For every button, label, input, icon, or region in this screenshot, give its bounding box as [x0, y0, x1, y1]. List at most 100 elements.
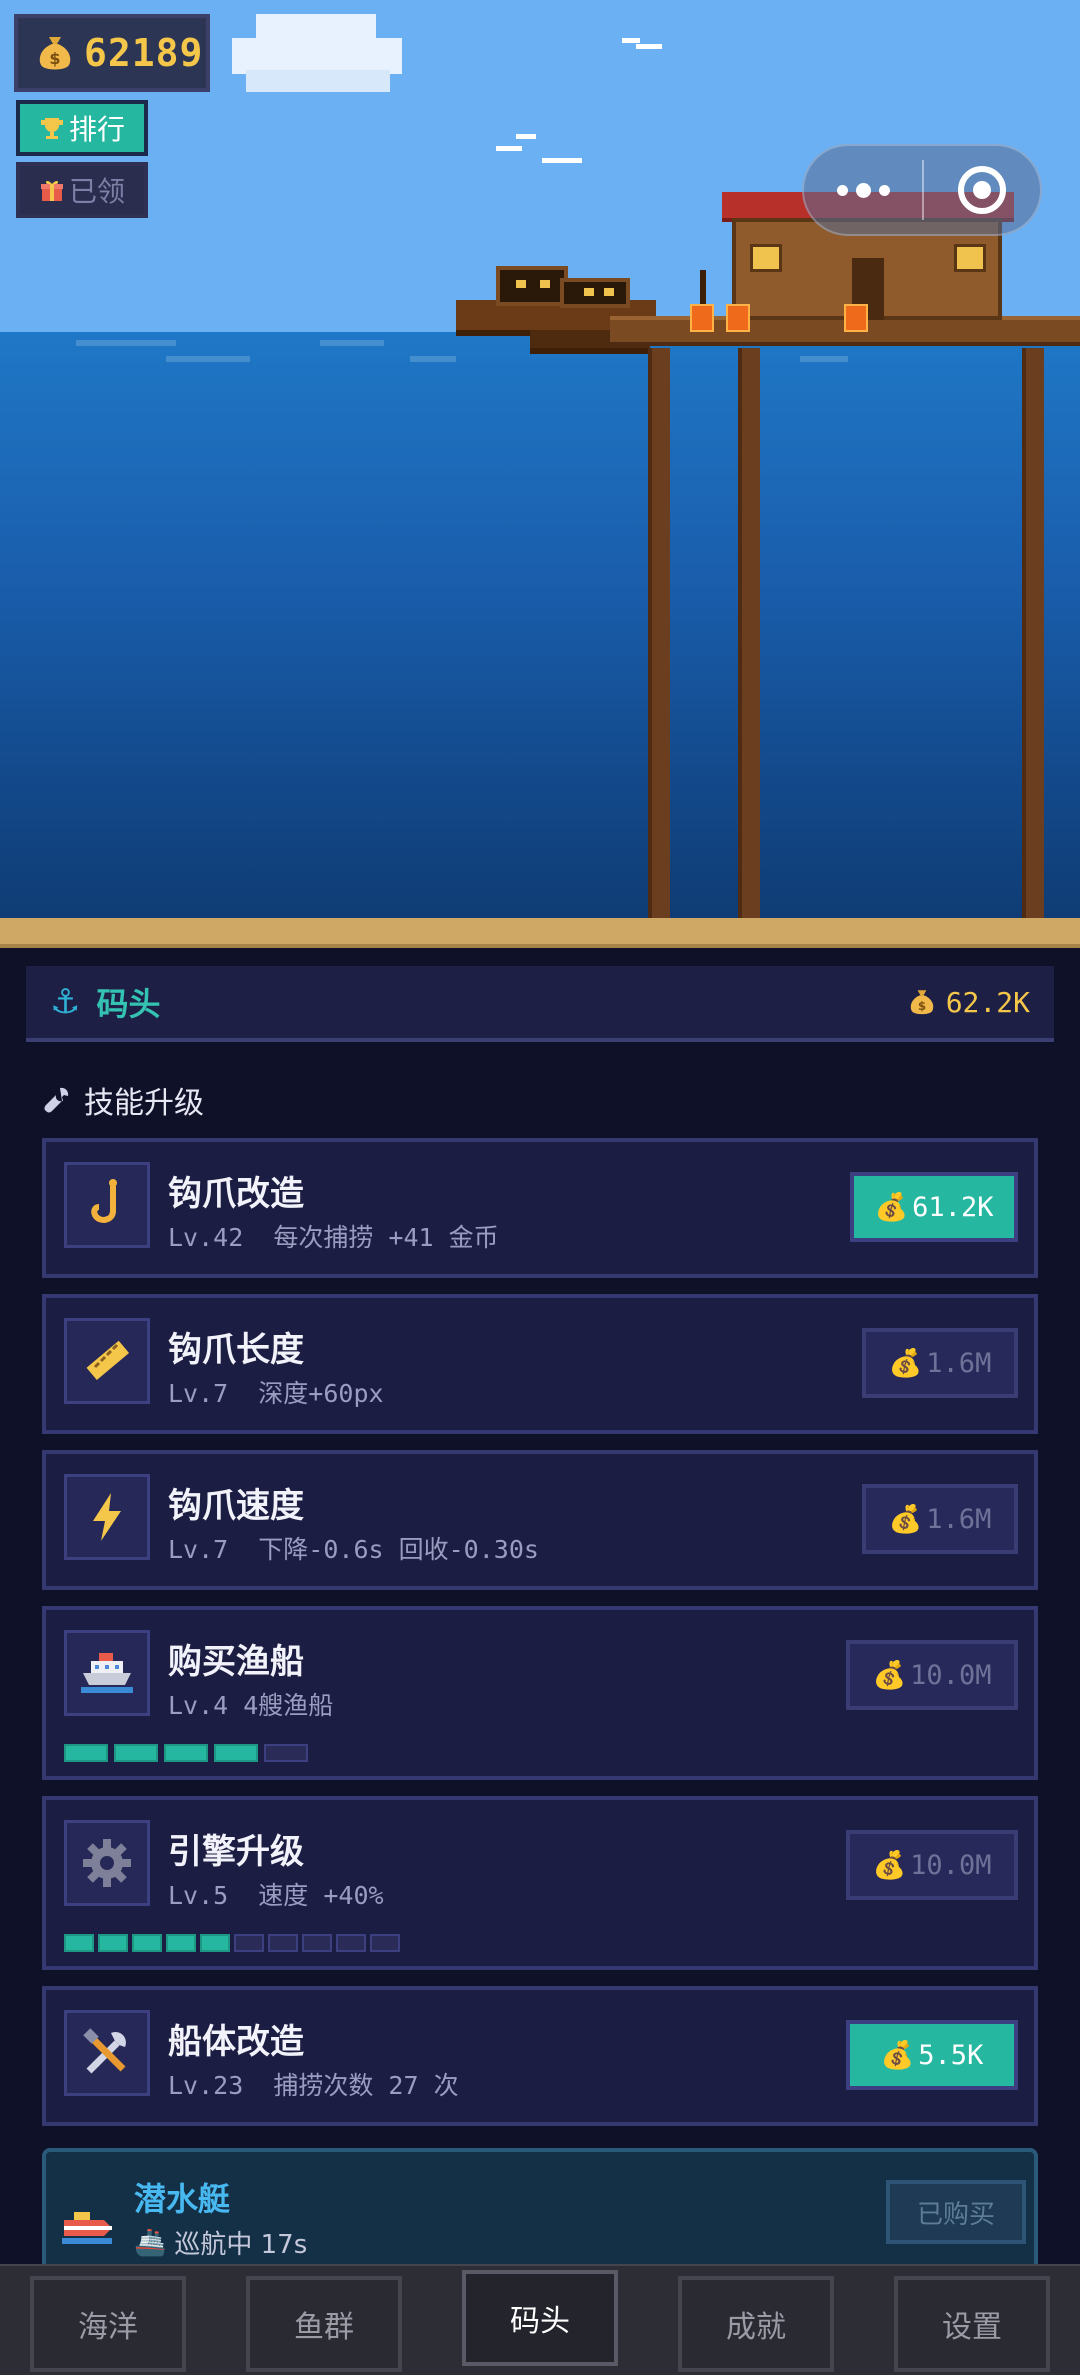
more-dot	[836, 184, 848, 196]
tab-fish[interactable]: 鱼群	[246, 2276, 402, 2372]
upgrade-name: 引擎升级	[168, 1832, 304, 1872]
money-bag-icon: 💰	[874, 1192, 909, 1223]
ruler-icon	[64, 1318, 150, 1404]
gift-button[interactable]: 已领	[16, 162, 148, 218]
progress-segment	[370, 1934, 400, 1952]
coin-amount: 62189	[84, 31, 204, 75]
upgrade-name: 钩爪速度	[168, 1486, 304, 1526]
wave	[166, 356, 250, 362]
wave	[410, 356, 456, 362]
progress-segment	[98, 1934, 128, 1952]
coin-counter: $ 62189	[14, 14, 210, 92]
upgrade-price: 5.5K	[918, 2039, 984, 2071]
upgrade-buy-button[interactable]: 💰 61.2K	[850, 1172, 1018, 1242]
tab-achievements[interactable]: 成就	[678, 2276, 834, 2372]
upgrade-price: 61.2K	[912, 1191, 994, 1223]
ship-icon	[64, 1630, 150, 1716]
submarine-name: 潜水艇	[134, 2180, 231, 2218]
anchor-icon: ⚓	[50, 982, 81, 1022]
panel-header: ⚓ 码头 $ 62.2K	[26, 966, 1054, 1042]
section-title: 技能升级	[84, 1086, 204, 1121]
progress-segment	[132, 1934, 162, 1952]
upgrade-price: 10.0M	[910, 1659, 992, 1691]
house-window	[750, 244, 782, 272]
upgrade-card-hook: 钩爪改造 Lv.42 每次捕捞 +41 金币 💰 61.2K	[42, 1138, 1038, 1278]
more-dot	[855, 182, 871, 198]
upgrade-desc: Lv.23 捕捞次数 27 次	[168, 2071, 459, 2100]
panel-coin-total: $ 62.2K	[908, 986, 1030, 1019]
house-window	[954, 244, 986, 272]
lantern	[690, 304, 714, 332]
progress-segment	[264, 1744, 308, 1762]
upgrade-price: 10.0M	[910, 1849, 992, 1881]
progress-segment	[64, 1934, 94, 1952]
cloud	[232, 38, 402, 74]
miniprogram-capsule	[802, 144, 1042, 236]
boat-cabin	[560, 278, 630, 308]
upgrade-card-boat: 购买渔船 Lv.4 4艘渔船 💰 10.0M	[42, 1606, 1038, 1780]
submarine-icon	[62, 2212, 112, 2244]
target-icon	[958, 166, 1006, 214]
section-header: 技能升级	[42, 1078, 204, 1122]
more-button[interactable]	[804, 146, 922, 234]
upgrade-name: 船体改造	[168, 2022, 304, 2062]
progress-segment	[114, 1744, 158, 1762]
money-bag-icon: 💰	[888, 1348, 923, 1379]
upgrade-price: 1.6M	[926, 1503, 992, 1535]
lantern	[726, 304, 750, 332]
wave	[320, 340, 384, 346]
bird	[622, 38, 640, 43]
svg-text:$: $	[918, 999, 926, 1013]
money-bag-icon: 💰	[888, 1504, 923, 1535]
leaderboard-button[interactable]: 排行	[16, 100, 148, 156]
upgrade-desc: Lv.4 4艘渔船	[168, 1691, 334, 1720]
hook-icon	[64, 1162, 150, 1248]
upgrade-card-speed: 钩爪速度 Lv.7 下降-0.6s 回收-0.30s 💰 1.6M	[42, 1450, 1038, 1590]
progress-segment	[336, 1934, 366, 1952]
upgrade-buy-button[interactable]: 💰 10.0M	[846, 1640, 1018, 1710]
boat-window	[516, 280, 526, 288]
upgrade-price: 1.6M	[926, 1347, 992, 1379]
panel-title: 码头	[96, 985, 161, 1023]
progress-segment	[64, 1744, 108, 1762]
tab-ocean[interactable]: 海洋	[30, 2276, 186, 2372]
money-bag-icon: $	[910, 990, 933, 1015]
boat-window	[540, 280, 550, 288]
upgrade-buy-button[interactable]: 💰 1.6M	[862, 1484, 1018, 1554]
bird	[516, 134, 536, 139]
money-bag-icon: $	[39, 37, 71, 70]
game-screen: $ 62189 排行 已领 ⚓ 码头 $ 62.2K 技能升级 钩爪改造 Lv.…	[0, 0, 1080, 2375]
progress-segment	[164, 1744, 208, 1762]
upgrade-desc: Lv.7 下降-0.6s 回收-0.30s	[168, 1535, 539, 1564]
dock-post	[1022, 348, 1044, 920]
upgrade-buy-button[interactable]: 💰 5.5K	[846, 2020, 1018, 2090]
upgrade-buy-button[interactable]: 💰 10.0M	[846, 1830, 1018, 1900]
submarine-owned-button[interactable]: 已购买	[886, 2180, 1026, 2244]
progress-segment	[302, 1934, 332, 1952]
trophy-icon	[40, 118, 63, 139]
tab-dock[interactable]: 码头	[462, 2270, 618, 2366]
wrench-icon	[44, 1087, 69, 1113]
upgrade-name: 钩爪改造	[168, 1174, 304, 1214]
leaderboard-label: 排行	[68, 113, 125, 146]
submarine-status: 🚢 巡航中 17s	[134, 2224, 307, 2261]
money-bag-icon: 💰	[880, 2040, 915, 2071]
dock-post	[738, 348, 760, 920]
upgrade-progress	[64, 1744, 308, 1762]
progress-segment	[268, 1934, 298, 1952]
upgrade-desc: Lv.7 深度+60px	[168, 1379, 384, 1408]
money-bag-icon: 💰	[872, 1660, 907, 1691]
upgrade-name: 购买渔船	[168, 1642, 304, 1682]
wave	[76, 340, 176, 346]
submarine-status-text: 巡航中 17s	[174, 2230, 308, 2260]
progress-segment	[234, 1934, 264, 1952]
tab-settings[interactable]: 设置	[894, 2276, 1050, 2372]
close-miniprogram-button[interactable]	[924, 146, 1040, 234]
gift-icon	[40, 180, 63, 201]
boat-cabin	[496, 266, 568, 306]
gear-icon	[64, 1820, 150, 1906]
upgrade-buy-button[interactable]: 💰 1.6M	[862, 1328, 1018, 1398]
boat-window	[584, 288, 594, 296]
bird	[636, 44, 662, 49]
upgrade-card-engine: 引擎升级 Lv.5 速度 +40% 💰 10.0M	[42, 1796, 1038, 1970]
